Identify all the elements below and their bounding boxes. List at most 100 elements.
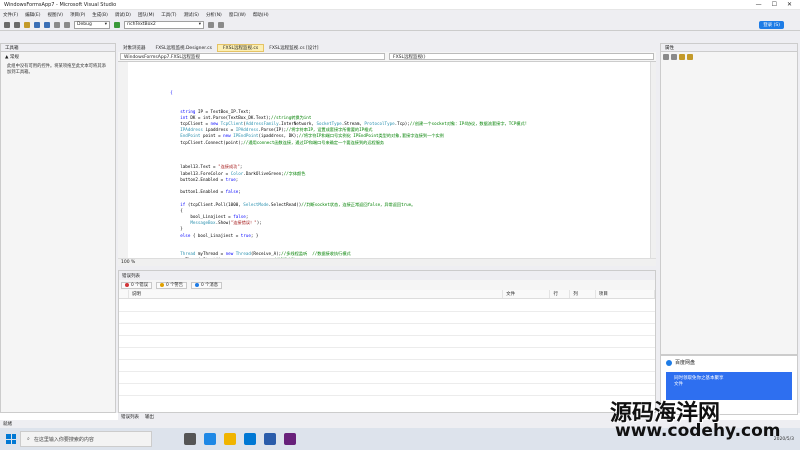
code-token: myThread = (195, 251, 226, 257)
code-token: (Receive_A); (250, 251, 282, 257)
code-token: (tcpClient.Poll(1000, (185, 201, 244, 207)
back-icon[interactable] (4, 21, 10, 28)
code-token: { (150, 90, 173, 95)
notification-body: 同时领取免你之基本聚享 (674, 376, 724, 381)
code-token: new (223, 133, 231, 139)
code-token: .DarkOliveGreen; (243, 170, 284, 176)
grid-line (119, 359, 655, 360)
undo-icon[interactable] (54, 21, 60, 28)
file-explorer-icon[interactable] (224, 433, 236, 445)
windows-start-icon[interactable] (6, 434, 16, 444)
menu-item[interactable]: 团队(M) (138, 12, 154, 18)
categorized-icon[interactable] (663, 54, 669, 60)
edge-icon[interactable] (204, 433, 216, 445)
code-token: ; (239, 164, 243, 170)
code-token: TcpClient (220, 121, 244, 127)
code-token: bool_Linajiest = (150, 214, 234, 220)
error-columns: 说明 文件行列项目 (119, 290, 655, 299)
chevron-down-icon: ▾ (104, 22, 107, 27)
title-bar: WindowsFormsApp7 - Microsoft Visual Stud… (0, 0, 800, 10)
error-filter-button[interactable]: 0 个消息 (191, 281, 222, 289)
code-text[interactable]: { string IP = TextBox_IP.Text; int DK = … (150, 90, 527, 264)
menu-item[interactable]: 调试(D) (115, 12, 131, 18)
code-token: SelectMode (243, 201, 269, 207)
configuration-select[interactable]: Debug ▾ (74, 20, 110, 29)
forward-icon[interactable] (14, 21, 20, 28)
start-icon[interactable] (114, 21, 120, 28)
code-token: { (150, 207, 183, 213)
store-icon[interactable] (244, 433, 256, 445)
toolbox-title: 工具箱 (5, 45, 19, 51)
error-filter-button[interactable]: 0 个错误 (121, 281, 152, 289)
menu-item[interactable]: 生成(B) (92, 12, 108, 18)
minimize-icon[interactable]: — (756, 1, 762, 8)
save-all-icon[interactable] (44, 21, 50, 28)
bookmark-icon[interactable] (208, 21, 214, 28)
alphabetical-icon[interactable] (671, 54, 677, 60)
code-token: .Tcp); (394, 121, 410, 127)
menu-item[interactable]: 窗口(W) (229, 12, 246, 18)
error-filter-button[interactable]: 0 个警告 (156, 281, 187, 289)
column-header[interactable]: 说明 (129, 290, 504, 298)
column-header[interactable]: 文件 (503, 290, 551, 298)
column-header[interactable]: 项目 (596, 290, 655, 298)
notification-sub: 文件 (674, 382, 683, 387)
menu-item[interactable]: 工具(T) (161, 12, 176, 18)
menu-item[interactable]: 分析(N) (206, 12, 222, 18)
open-icon[interactable] (24, 21, 30, 28)
toolbox-group[interactable]: ▲ 常规 (1, 52, 115, 62)
column-header[interactable]: 列 (570, 290, 596, 298)
code-token: IPEndPoint (233, 133, 259, 139)
events-icon[interactable] (687, 54, 693, 60)
menu-item[interactable]: 编辑(E) (25, 12, 40, 18)
error-filter-label: 0 个错误 (131, 283, 148, 288)
zoom-level[interactable]: 100 % (121, 260, 135, 265)
document-tab[interactable]: FXSL远程监视.Designer.cs (151, 44, 217, 52)
taskbar-search[interactable]: ⌕ 在这里输入你要搜索的内容 (20, 431, 152, 447)
member-dropdown[interactable]: FXSL远程监视() (389, 53, 654, 60)
redo-icon[interactable] (64, 21, 70, 28)
code-token: ; (238, 189, 241, 195)
code-token: //string转换为int (271, 114, 312, 120)
type-dropdown[interactable]: WindowsFormsApp7.FXSL远程监视 (120, 53, 385, 60)
type-dropdown-value: WindowsFormsApp7.FXSL远程监视 (124, 54, 200, 60)
menu-bar: 文件(F) 编辑(E) 视图(V) 项目(P) 生成(B) 调试(D) 团队(M) 工具(T)… (0, 10, 800, 19)
target-select[interactable]: richTextBox2 ▾ (124, 20, 204, 29)
bottom-tab[interactable]: 输出 (145, 414, 154, 420)
code-token: IPAddress (235, 127, 259, 133)
code-token: (ipaddress, DK); (258, 133, 299, 139)
code-token: IPAddress (150, 127, 203, 133)
maximize-icon[interactable]: ☐ (772, 1, 777, 8)
error-filter-label: 0 个消息 (201, 283, 218, 288)
app-icon[interactable] (264, 433, 276, 445)
code-token: button1.Enabled = (150, 189, 226, 195)
menu-item[interactable]: 帮助(H) (253, 12, 269, 18)
close-icon[interactable]: ✕ (787, 1, 792, 8)
grid-line (119, 311, 655, 312)
comment-icon[interactable] (218, 21, 224, 28)
menu-item[interactable]: 测试(S) (184, 12, 199, 18)
menu-item[interactable]: 文件(F) (3, 12, 18, 18)
column-header[interactable]: 行 (550, 290, 571, 298)
code-token: Thread (150, 251, 196, 257)
task-view-icon[interactable] (184, 433, 196, 445)
document-tab[interactable]: 对象浏览器 (118, 44, 151, 52)
member-dropdown-value: FXSL远程监视() (393, 54, 426, 60)
sign-in-button[interactable]: 登录 (S) (759, 20, 784, 29)
code-token: EndPoint (150, 133, 201, 139)
notification-header: 百度网盘 (661, 356, 797, 369)
properties-icon[interactable] (679, 54, 685, 60)
code-token: ; (235, 176, 239, 182)
bottom-tab[interactable]: 错误列表 (121, 414, 139, 420)
menu-item[interactable]: 项目(P) (70, 12, 85, 18)
code-token: ipaddress = (202, 127, 236, 133)
visual-studio-icon[interactable] (284, 433, 296, 445)
menu-item[interactable]: 视图(V) (47, 12, 63, 18)
editor-scrollbar[interactable] (650, 62, 656, 258)
code-token: ; } (250, 232, 259, 238)
save-icon[interactable] (34, 21, 40, 28)
taskbar-search-placeholder: 在这里输入你要搜索的内容 (33, 436, 94, 443)
document-tab[interactable]: FXSL远程监视.cs [设计] (264, 44, 323, 52)
document-tab[interactable]: FXSL远程监视.cs (216, 44, 265, 52)
code-token: //将字符IP和端口号实例化 IPEndPoint类型的对象,套接字连接到一个实… (298, 133, 444, 139)
